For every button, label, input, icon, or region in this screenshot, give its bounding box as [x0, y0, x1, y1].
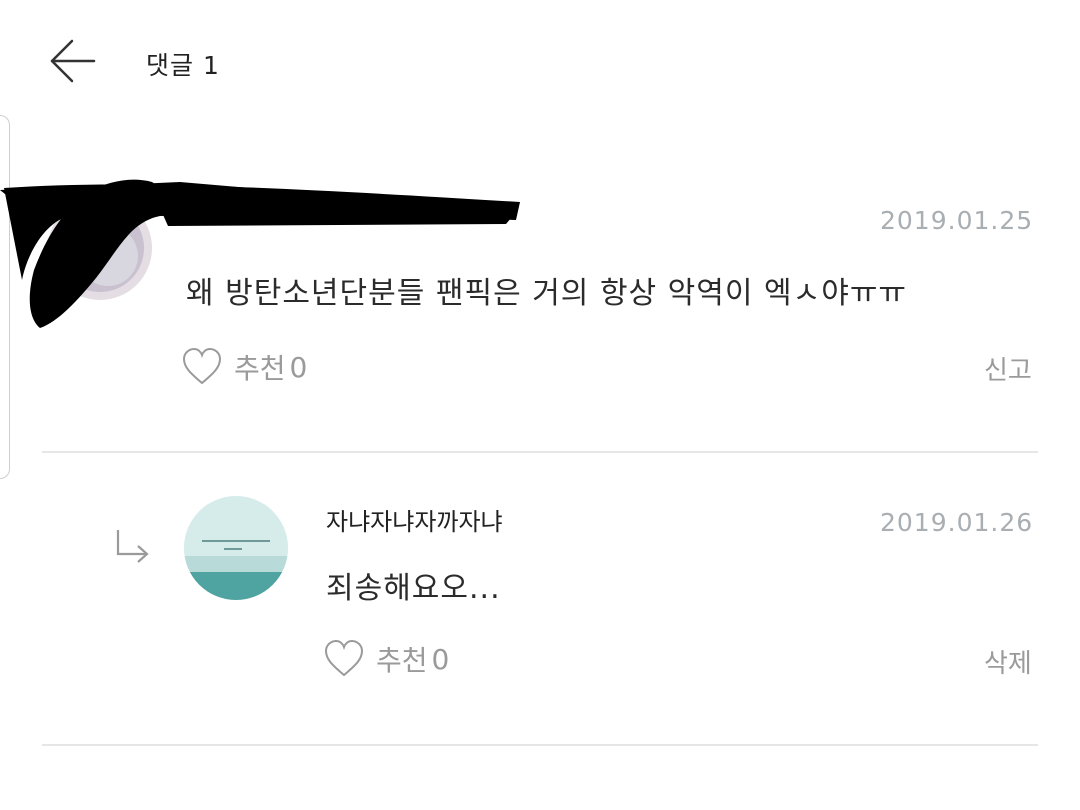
like-label: 추천: [376, 644, 428, 677]
header: 댓글 1: [0, 0, 1080, 120]
report-link[interactable]: 신고: [984, 350, 1032, 387]
divider: [42, 451, 1038, 453]
arrow-left-icon: [50, 39, 96, 83]
page-title: 댓글 1: [146, 51, 220, 80]
like-label: 추천: [234, 352, 286, 385]
comments-page: 댓글 1 2019.01.25 왜 방탄소년단분들 팬픽은 거의 항상 악역이 …: [0, 0, 1080, 810]
like-count: 0: [289, 350, 308, 384]
divider: [42, 744, 1038, 746]
reply-arrow-icon: [116, 530, 149, 563]
reply-text: 죄송해요오...: [326, 571, 501, 606]
delete-link[interactable]: 삭제: [984, 643, 1032, 680]
comment-text: 왜 방탄소년단분들 팬픽은 거의 항상 악역이 엑ㅅ야ㅠㅠ: [186, 276, 908, 311]
side-panel-edge: [0, 115, 10, 479]
like-count: 0: [431, 642, 450, 676]
reply-author[interactable]: 자냐자냐자까자냐: [326, 502, 503, 537]
heart-icon: [182, 348, 222, 385]
heart-icon: [324, 640, 364, 677]
avatar[interactable]: [184, 496, 288, 600]
like-button[interactable]: 추천 0: [324, 639, 449, 679]
avatar[interactable]: [48, 196, 152, 300]
comment-date: 2019.01.25: [880, 206, 1034, 235]
like-button[interactable]: 추천 0: [182, 347, 307, 387]
back-button[interactable]: [46, 38, 98, 84]
reply-date: 2019.01.26: [880, 508, 1034, 537]
